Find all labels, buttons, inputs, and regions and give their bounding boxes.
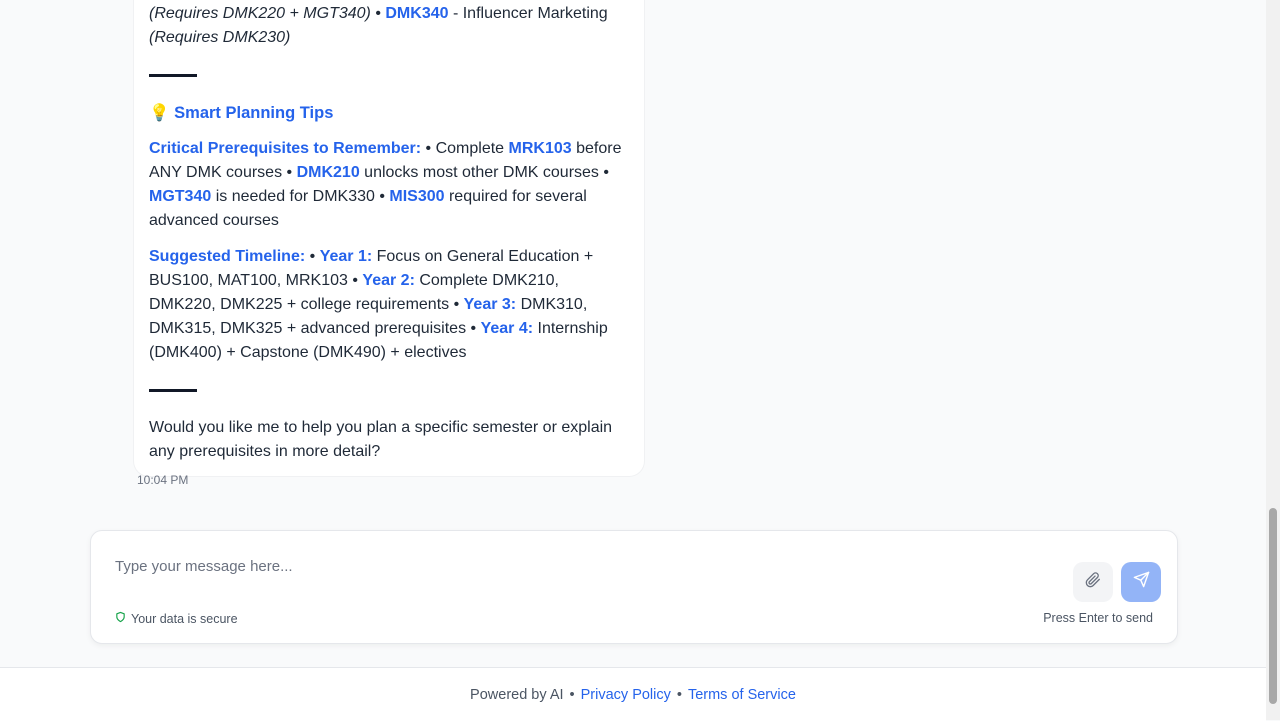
divider	[149, 74, 197, 77]
dmk340-line: (Requires DMK220 + MGT340) • DMK340 - In…	[149, 2, 629, 50]
terms-of-service-link[interactable]: Terms of Service	[688, 687, 796, 703]
suggested-timeline: Suggested Timeline: • Year 1: Focus on G…	[149, 245, 629, 365]
message-composer: Your data is secure Press Enter to send	[90, 530, 1178, 644]
course-mgt340: MGT340	[149, 188, 212, 205]
lightbulb-icon: 💡	[149, 104, 170, 122]
security-text: Your data is secure	[131, 611, 238, 626]
shield-icon	[115, 611, 126, 626]
divider	[149, 389, 197, 392]
security-note: Your data is secure	[115, 611, 238, 626]
closing-question: Would you like me to help you plan a spe…	[149, 419, 613, 460]
assistant-message: (Requires DMK220 + MGT340) • DMK340 - In…	[133, 0, 645, 477]
critical-label: Critical Prerequisites to Remember:	[149, 140, 422, 157]
footer: Powered by AI • Privacy Policy • Terms o…	[0, 667, 1266, 721]
timeline-label: Suggested Timeline:	[149, 248, 306, 265]
year-2-label: Year 2:	[362, 272, 415, 289]
text: unlocks most other DMK courses •	[359, 164, 609, 181]
course-dmk210: DMK210	[296, 164, 360, 181]
separator: •	[676, 686, 682, 703]
critical-prereqs: Critical Prerequisites to Remember: • Co…	[149, 137, 629, 233]
year-4-label: Year 4:	[480, 320, 534, 337]
text: is needed for DMK330 •	[211, 188, 390, 205]
message-input[interactable]	[113, 553, 1047, 579]
powered-by: Powered by AI	[470, 686, 564, 703]
paperclip-icon	[1085, 571, 1101, 593]
course-mrk103: MRK103	[508, 140, 572, 157]
bullet: •	[375, 5, 381, 22]
tips-heading: 💡 Smart Planning Tips	[149, 101, 629, 125]
scrollbar-thumb[interactable]	[1269, 508, 1277, 704]
course-dmk340: DMK340	[385, 5, 449, 22]
text: • Complete	[421, 140, 509, 157]
separator: •	[569, 686, 575, 703]
privacy-policy-link[interactable]: Privacy Policy	[581, 687, 671, 703]
attach-button[interactable]	[1073, 562, 1113, 602]
requires-note: (Requires DMK220 + MGT340)	[149, 5, 371, 22]
year-1-label: Year 1:	[319, 248, 373, 265]
text: •	[305, 248, 320, 265]
tips-heading-text: Smart Planning Tips	[174, 104, 334, 122]
year-3-label: Year 3:	[463, 296, 517, 313]
send-hint: Press Enter to send	[1043, 611, 1153, 625]
send-button[interactable]	[1121, 562, 1161, 602]
requires-note: (Requires DMK230)	[149, 29, 291, 46]
course-title: - Influencer Marketing	[448, 5, 608, 22]
message-timestamp: 10:04 PM	[137, 473, 189, 487]
send-icon	[1133, 571, 1150, 593]
course-mis300: MIS300	[389, 188, 445, 205]
